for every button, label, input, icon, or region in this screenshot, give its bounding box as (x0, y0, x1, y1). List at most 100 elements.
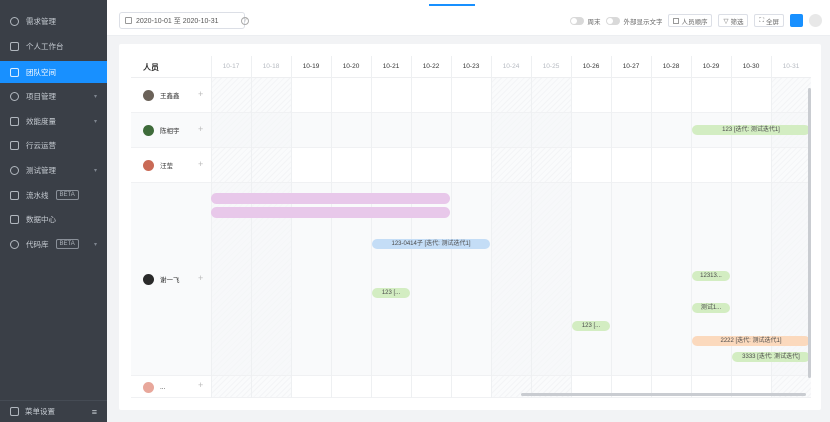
show-text-switch[interactable] (606, 16, 621, 25)
sidebar-item-8[interactable]: 数据中心 (0, 208, 107, 230)
member-order-label: 人员顺序 (681, 18, 708, 26)
chevron-down-icon: ▾ (93, 118, 97, 125)
grid-line (611, 56, 612, 398)
horizontal-scrollbar[interactable] (521, 393, 806, 396)
weekend-toggle[interactable]: 周末 (570, 16, 600, 26)
grid-line (651, 56, 652, 398)
sidebar-item-2[interactable]: 团队空间 (0, 61, 107, 83)
filter-label: 筛选 (730, 18, 744, 26)
sidebar-item-label: 数据中心 (26, 214, 56, 224)
sidebar: 需求管理个人工作台团队空间 项目管理 ▾ 效能度量 ▾ 行云运营测试管理 ▾ 流水线 BETA 数… (0, 0, 107, 422)
grid-icon (10, 41, 19, 51)
task-bar[interactable]: 123-0414子 [迭代: 测试迭代1] (372, 239, 490, 249)
task-bar[interactable] (211, 207, 450, 218)
test-icon (10, 165, 19, 175)
day-header: 10-29 (702, 63, 720, 70)
collapse-sidebar-icon[interactable]: ≡ (92, 407, 97, 417)
member-name: 谢一飞 (160, 277, 180, 284)
beta-badge: BETA (55, 239, 79, 249)
task-bar[interactable]: 3333 [迭代: 测试迭代] (732, 352, 810, 362)
grid-line (771, 56, 772, 398)
vertical-scrollbar[interactable] (808, 88, 811, 378)
task-bar[interactable]: 测试1... (692, 303, 730, 313)
sidebar-item-6[interactable]: 测试管理 ▾ (0, 159, 107, 181)
member-row (131, 148, 811, 183)
weekend-switch[interactable] (570, 16, 585, 25)
help-icon[interactable]: ? (241, 17, 249, 25)
member-name: 陈相宇 (160, 128, 180, 135)
day-header: 10-30 (742, 63, 760, 70)
task-bar[interactable]: 123 [... (372, 288, 410, 298)
member-order-button[interactable]: 人员顺序 (668, 14, 713, 27)
toolbar: 2020-10-01 至 2020-10-31 ? 周末 外部显示文字 人员顺序… (107, 6, 830, 36)
avatar (143, 124, 154, 136)
sidebar-item-label: 行云运营 (26, 140, 56, 150)
member-name-cell: 陈相宇 (143, 124, 180, 136)
sidebar-item-1[interactable]: 个人工作台 (0, 35, 107, 57)
filter-icon: ▽ (723, 17, 729, 25)
grid-line (691, 56, 692, 398)
add-task-icon[interactable]: + (198, 124, 203, 134)
day-header: 10-22 (422, 63, 440, 70)
grid-line (411, 56, 412, 398)
chevron-down-icon: ▾ (93, 93, 97, 100)
sidebar-item-label: 效能度量 (26, 116, 56, 126)
task-bar[interactable] (211, 193, 450, 204)
info-icon[interactable] (809, 14, 822, 27)
task-bar[interactable]: 2222 [迭代: 测试迭代1] (692, 336, 810, 346)
fullscreen-button[interactable]: ⛶ 全屏 (754, 14, 784, 27)
sidebar-item-9[interactable]: 代码库 BETA ▾ (0, 233, 107, 255)
day-header: 10-25 (542, 63, 560, 70)
chevron-down-icon: ▾ (93, 241, 97, 248)
code-icon (10, 239, 19, 249)
data-icon (10, 214, 19, 224)
menu-settings-button[interactable]: 菜单设置 ≡ (0, 400, 107, 422)
weekend-toggle-label: 周末 (587, 18, 601, 26)
add-task-icon[interactable]: + (198, 159, 203, 169)
sidebar-item-label: 流水线 (26, 190, 49, 200)
fullscreen-label: 全屏 (766, 18, 779, 26)
gantt-view-icon[interactable] (790, 14, 803, 27)
task-bar[interactable]: 123 [迭代: 测试迭代1] (692, 125, 810, 135)
day-header: 10-26 (582, 63, 600, 70)
member-row (131, 78, 811, 113)
day-header: 10-31 (782, 63, 800, 70)
day-header: 10-27 (622, 63, 640, 70)
member-name: 汪莹 (160, 163, 173, 170)
person-column-header: 人员 (143, 63, 159, 72)
show-text-toggle-label: 外部显示文字 (623, 18, 663, 26)
day-header: 10-19 (302, 63, 320, 70)
ops-icon (10, 140, 19, 150)
bulb-icon (10, 16, 19, 26)
avatar (143, 159, 154, 171)
add-task-icon[interactable]: + (198, 273, 203, 283)
gantt-header: 人员 10-17 10-18 10-19 10-20 10-21 10-22 10-23 10… (131, 56, 811, 78)
task-bar[interactable]: 123 [... (572, 321, 610, 331)
grid-line (531, 56, 532, 398)
show-text-toggle[interactable]: 外部显示文字 (606, 16, 662, 26)
grid-line (251, 56, 252, 398)
date-range-picker[interactable]: 2020-10-01 至 2020-10-31 (119, 12, 245, 29)
grid-line (571, 56, 572, 398)
add-task-icon[interactable]: + (198, 89, 203, 99)
date-range-value: 2020-10-01 至 2020-10-31 (136, 17, 219, 25)
sort-icon (673, 17, 680, 24)
beta-badge: BETA (55, 190, 79, 200)
sidebar-item-0[interactable]: 需求管理 (0, 10, 107, 32)
task-bar[interactable]: 12313... (692, 271, 730, 281)
day-header: 10-24 (502, 63, 520, 70)
grid-line (291, 56, 292, 398)
day-header: 10-17 (222, 63, 240, 70)
sidebar-item-4[interactable]: 效能度量 ▾ (0, 110, 107, 132)
sidebar-item-7[interactable]: 流水线 BETA (0, 184, 107, 206)
filter-button[interactable]: ▽ 筛选 (718, 14, 749, 27)
gantt-card: 人员 10-17 10-18 10-19 10-20 10-21 10-22 10-23 10… (119, 44, 821, 410)
calendar-icon (125, 17, 132, 24)
add-task-icon[interactable]: + (198, 380, 203, 390)
sidebar-item-5[interactable]: 行云运营 (0, 134, 107, 156)
day-header: 10-18 (262, 63, 280, 70)
settings-icon (10, 407, 19, 416)
member-name-cell: 汪莹 (143, 159, 173, 171)
sidebar-item-3[interactable]: 项目管理 ▾ (0, 85, 107, 107)
metric-icon (10, 116, 19, 126)
